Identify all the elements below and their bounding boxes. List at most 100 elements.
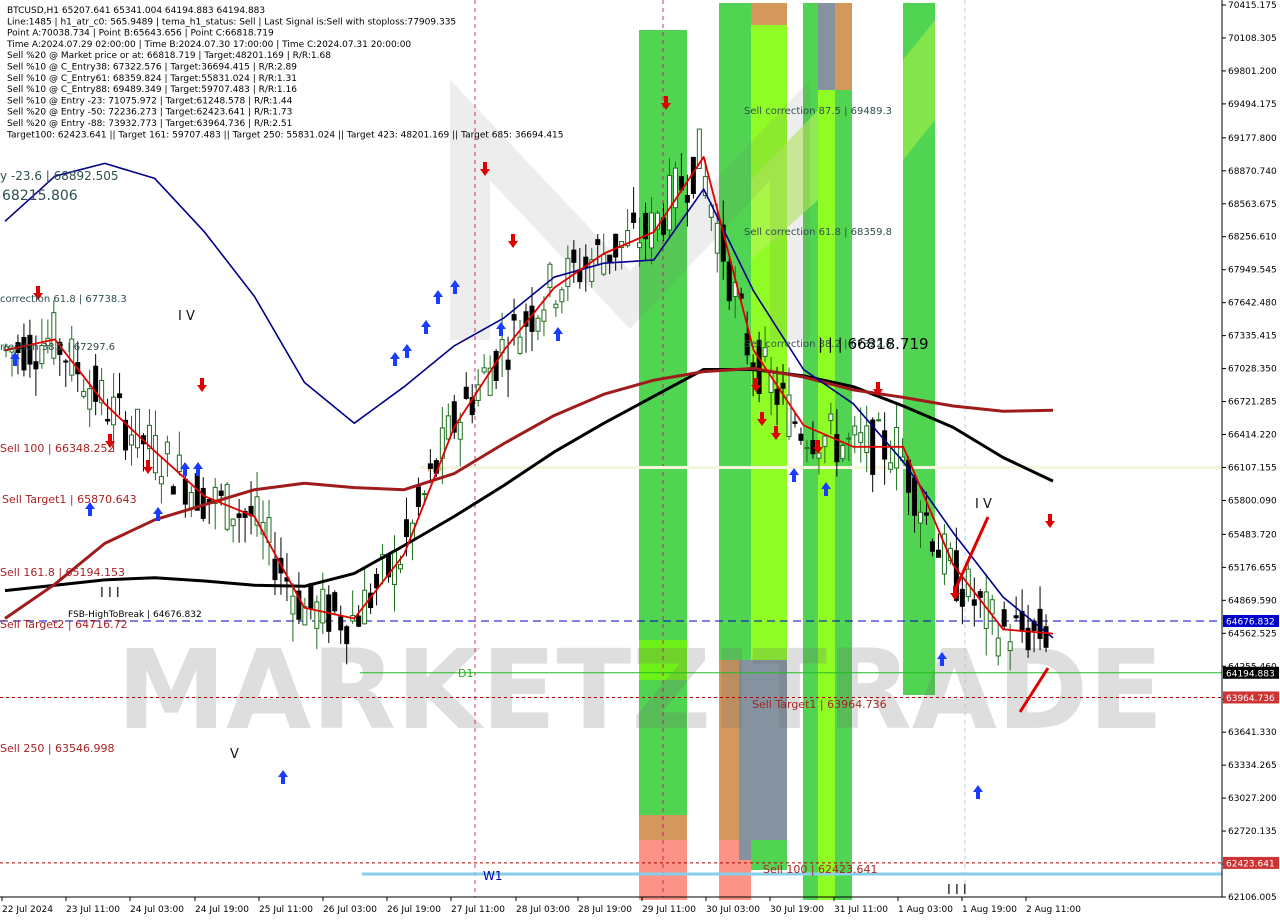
candle-body bbox=[314, 601, 320, 629]
candle-body bbox=[272, 558, 278, 581]
level-label-d1: D1 bbox=[458, 667, 473, 680]
price-tick-label: 65483.720 bbox=[1228, 530, 1277, 540]
zone-bar bbox=[818, 3, 835, 90]
candle-body bbox=[481, 367, 487, 373]
candle-body bbox=[81, 390, 87, 397]
time-tick-label: 25 Jul 11:00 bbox=[259, 905, 313, 915]
candle-body bbox=[858, 432, 864, 444]
chart-annotation: Sell Target1 | 63964.736 bbox=[752, 698, 887, 711]
price-chart[interactable]: MARKETZITRADE FSB-HighToBreak | 64676.83… bbox=[0, 0, 1280, 920]
candle-body bbox=[553, 303, 559, 309]
candle-body bbox=[637, 242, 643, 249]
candle-body bbox=[421, 493, 427, 496]
candle-body bbox=[547, 263, 553, 288]
candle-body bbox=[134, 408, 140, 449]
candle-body bbox=[290, 595, 296, 615]
candle-body bbox=[894, 427, 900, 469]
candle-body bbox=[33, 361, 39, 370]
zone-bar bbox=[719, 3, 739, 660]
price-tag-label: 64194.883 bbox=[1226, 669, 1275, 679]
candle-body bbox=[816, 452, 822, 459]
candle-body bbox=[595, 239, 601, 246]
price-tick-label: 67028.350 bbox=[1228, 365, 1277, 375]
candle-body bbox=[918, 511, 924, 524]
candle-body bbox=[182, 478, 188, 505]
wave-label: I I I bbox=[947, 883, 967, 898]
zone-bar bbox=[835, 90, 852, 900]
candle-body bbox=[780, 382, 786, 389]
candle-body bbox=[397, 564, 403, 570]
price-tick-label: 68256.610 bbox=[1228, 233, 1277, 243]
candle-body bbox=[93, 365, 99, 402]
price-tick-label: 67335.415 bbox=[1228, 332, 1277, 342]
time-tick-label: 26 Jul 19:00 bbox=[387, 905, 441, 915]
zone-bar bbox=[751, 3, 787, 25]
candle-body bbox=[876, 419, 882, 422]
candle-body bbox=[912, 477, 918, 516]
chart-annotation: 68215.806 bbox=[2, 188, 78, 204]
watermark-text: MARKETZITRADE bbox=[117, 626, 1164, 754]
candle-body bbox=[87, 388, 93, 410]
chart-annotation: y -23.6 | 68892.505 bbox=[0, 169, 119, 183]
chart-annotation: Sell 100 | 62423.641 bbox=[763, 863, 878, 876]
time-tick-label: 30 Jul 19:00 bbox=[770, 905, 824, 915]
candle-body bbox=[852, 425, 858, 436]
chart-annotation: rrection 38.2 | 67297.6 bbox=[0, 342, 115, 353]
candle-body bbox=[338, 616, 344, 631]
time-tick-label: 23 Jul 11:00 bbox=[66, 905, 120, 915]
candle-body bbox=[804, 447, 810, 450]
price-tick-label: 63334.265 bbox=[1228, 761, 1277, 771]
info-line: Sell %10 @ C_Entry38: 67322.576 | Target… bbox=[7, 63, 297, 73]
candle-body bbox=[774, 388, 780, 405]
candle-body bbox=[535, 317, 541, 332]
candle-body bbox=[463, 386, 469, 399]
chart-annotation: Sell Target2 | 64716.72 bbox=[0, 618, 128, 631]
time-tick-label: 1 Aug 19:00 bbox=[962, 905, 1017, 915]
candle-body bbox=[332, 592, 338, 612]
time-tick-label: 26 Jul 03:00 bbox=[323, 905, 377, 915]
time-tick-label: 1 Aug 03:00 bbox=[898, 905, 953, 915]
candle-body bbox=[511, 314, 517, 321]
candle-body bbox=[959, 588, 965, 607]
wave-label: I V bbox=[975, 497, 992, 512]
candle-body bbox=[559, 289, 565, 303]
info-line: Target100: 62423.641 || Target 161: 5970… bbox=[6, 130, 564, 140]
zone-bar bbox=[835, 3, 852, 90]
time-tick-label: 31 Jul 11:00 bbox=[834, 905, 888, 915]
candle-body bbox=[726, 261, 732, 302]
candle-body bbox=[1007, 641, 1013, 652]
candle-body bbox=[356, 615, 362, 627]
candle-body bbox=[427, 463, 433, 469]
candle-body bbox=[571, 249, 577, 263]
zone-bar bbox=[719, 840, 739, 900]
time-tick-label: 22 Jul 2024 bbox=[2, 905, 53, 915]
price-tick-label: 66721.285 bbox=[1228, 398, 1277, 408]
chart-annotation: Sell correction 87.5 | 69489.3 bbox=[744, 106, 892, 117]
candle-body bbox=[1001, 609, 1007, 627]
candle-body bbox=[935, 549, 941, 558]
price-tick-label: 69494.175 bbox=[1228, 100, 1277, 110]
candle-body bbox=[840, 445, 846, 460]
info-line: Sell %20 @ Entry -88: 73932.773 | Target… bbox=[7, 119, 292, 129]
zone-bar bbox=[739, 860, 751, 900]
info-line: Sell %10 @ Entry -23: 71075.972 | Target… bbox=[7, 96, 293, 106]
candle-body bbox=[971, 599, 977, 606]
info-line: Line:1485 | h1_atr_c0: 565.9489 | tema_h… bbox=[7, 17, 456, 27]
candle-body bbox=[666, 175, 672, 231]
price-tick-label: 62106.005 bbox=[1228, 893, 1277, 903]
candle-body bbox=[403, 519, 409, 538]
candle-body bbox=[344, 626, 350, 645]
candle-body bbox=[517, 336, 523, 354]
time-tick-label: 30 Jul 03:00 bbox=[706, 905, 760, 915]
price-tick-label: 64562.525 bbox=[1228, 629, 1277, 639]
candle-body bbox=[218, 490, 224, 496]
candle-body bbox=[822, 435, 828, 447]
time-tick-label: 2 Aug 11:00 bbox=[1026, 905, 1081, 915]
price-tick-label: 65176.655 bbox=[1228, 563, 1277, 573]
price-tick-label: 66414.220 bbox=[1228, 431, 1277, 441]
price-tick-label: 65800.090 bbox=[1228, 496, 1277, 506]
candle-body bbox=[792, 421, 798, 424]
candle-body bbox=[158, 476, 164, 485]
candle-body bbox=[105, 418, 111, 422]
chart-annotation: Sell correction 61.8 | 68359.8 bbox=[744, 227, 892, 238]
